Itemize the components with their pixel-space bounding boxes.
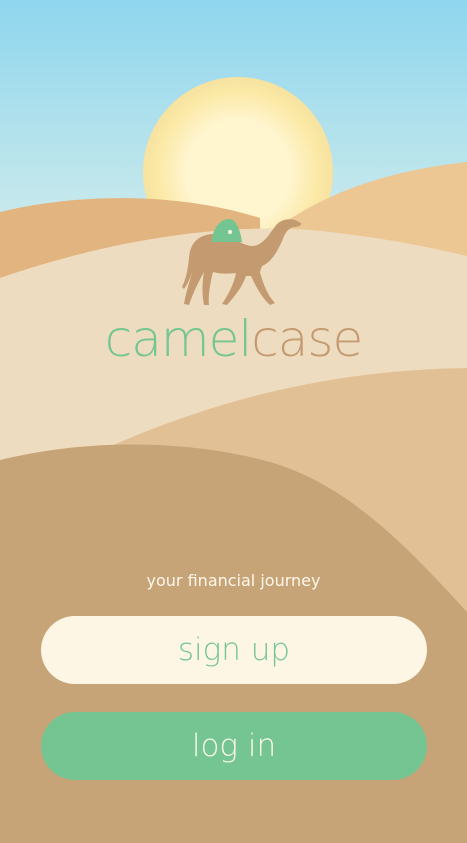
sign-up-button[interactable]: sign up	[41, 616, 427, 684]
tagline: your financial journey	[146, 571, 321, 590]
log-in-button[interactable]: log in	[41, 712, 427, 780]
welcome-screen: camelcase your financial journey sign up…	[0, 0, 467, 843]
brand-name-part2: case	[251, 310, 363, 368]
app-logo-text: camelcase	[0, 304, 467, 374]
brand-name-part1: camel	[104, 310, 252, 368]
